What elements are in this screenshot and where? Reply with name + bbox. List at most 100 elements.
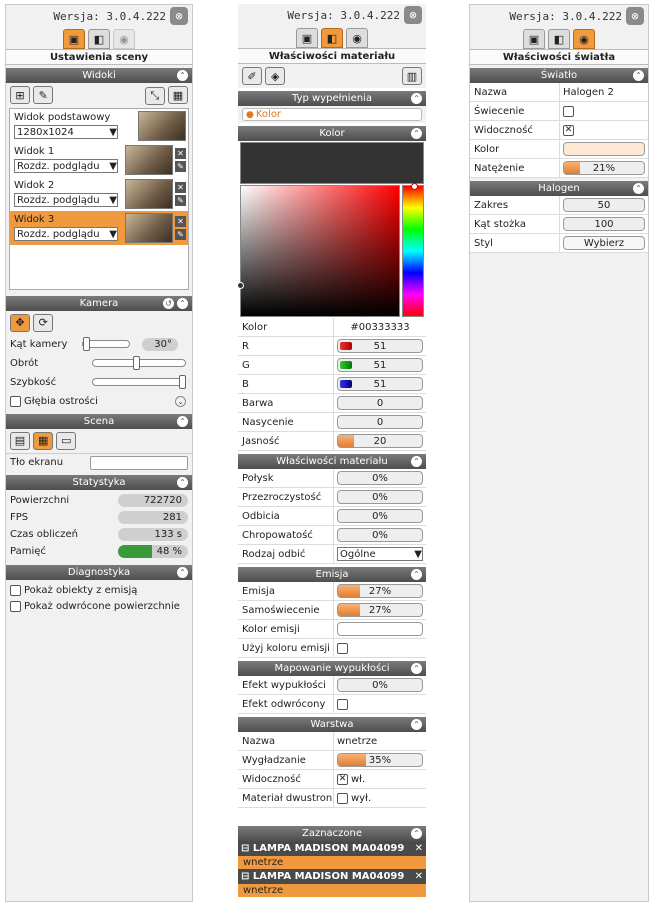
selected-item-layer[interactable]: wnetrze [238,884,426,897]
pencil-icon[interactable]: ✎ [175,160,186,172]
collapse-icon[interactable]: ⌃ [177,566,188,578]
dof-checkbox[interactable] [10,395,21,407]
color-cursor[interactable] [237,282,244,289]
section-kamera[interactable]: Kamera ↺ ⌃ [6,295,192,311]
slider-knob[interactable] [133,356,140,370]
tab-scene-settings-icon[interactable]: ▣ [296,28,318,48]
tab-material-icon[interactable]: ◧ [548,29,570,49]
section-layer[interactable]: Warstwa ⌃ [238,717,426,732]
self-illum-field[interactable]: 27% [337,603,423,617]
section-emission[interactable]: Emisja ⌃ [238,567,426,582]
section-selected[interactable]: Zaznaczone ⌃ [238,826,426,841]
add-view-icon[interactable]: ⊞ [10,86,30,104]
paint-bucket-icon[interactable]: ◈ [265,67,286,85]
hue-field[interactable]: 0 [337,396,423,410]
light-visible-checkbox[interactable]: ✕ [563,124,574,136]
saturation-brightness-area[interactable] [237,185,400,317]
collapse-icon[interactable]: ⌃ [633,183,644,194]
diag-emission-checkbox[interactable] [10,585,21,596]
red-field[interactable]: 51 [337,339,423,353]
delete-icon[interactable]: ✕ [175,215,186,227]
collapse-icon[interactable]: ⌃ [177,476,188,488]
collapse-icon[interactable]: ⌃ [411,128,422,139]
brightness-field[interactable]: 20 [337,434,423,448]
tree-minus-icon[interactable]: ⊟ [241,871,249,882]
emission-field[interactable]: 27% [337,584,423,598]
close-icon[interactable]: ⊗ [170,7,188,25]
light-name-value[interactable]: Halogen 2 [560,83,648,101]
section-scena[interactable]: Scena ⌃ [6,413,192,429]
invert-effect-checkbox[interactable] [337,698,348,710]
transparency-field[interactable]: 0% [337,490,423,504]
tab-light-icon[interactable]: ◉ [573,29,595,49]
use-emission-color-checkbox[interactable] [337,642,348,654]
double-sided-checkbox[interactable] [337,792,348,804]
remove-icon[interactable]: ✕ [415,841,423,856]
section-statystyka[interactable]: Statystyka ⌃ [6,474,192,490]
section-fill-type[interactable]: Typ wypełnienia ⌃ [238,91,426,106]
view-item-2[interactable]: Widok 2 Rozdz. podglądu ▼ ✕ ✎ [10,177,188,211]
diag-inverted-checkbox[interactable] [10,601,21,612]
scene-light-icon[interactable]: ▦ [33,431,54,450]
eyedropper-icon[interactable]: ✐ [242,67,262,85]
expand-icon[interactable]: ⌄ [175,395,186,407]
light-color-field[interactable] [563,142,645,156]
hue-slider[interactable] [402,183,424,317]
collapse-icon[interactable]: ⌃ [411,663,422,674]
collapse-icon[interactable]: ⌃ [177,70,188,81]
light-on-checkbox[interactable] [563,105,574,117]
slider-knob[interactable] [83,337,90,351]
section-bump[interactable]: Mapowanie wypukłości ⌃ [238,661,426,676]
pencil-icon[interactable]: ✎ [175,194,186,206]
emission-color-field[interactable] [337,622,423,636]
material-library-icon[interactable]: ▥ [402,67,422,85]
layer-visibility-checkbox[interactable]: ✕ [337,773,348,785]
resolution-select[interactable]: 1280x1024 ▼ [14,125,118,139]
collapse-icon[interactable]: ⌃ [411,456,422,467]
pencil-icon[interactable]: ✎ [175,228,186,240]
tree-minus-icon[interactable]: ⊟ [241,843,249,854]
close-icon[interactable]: ⊗ [404,6,422,24]
rotation-slider[interactable] [92,356,186,370]
collapse-icon[interactable]: ⌃ [177,297,188,309]
view-mode-select[interactable]: Rozdz. podglądu ▼ [14,159,118,173]
tab-light-icon[interactable]: ◉ [113,29,135,49]
section-material-props[interactable]: Właściwości materiału ⌃ [238,454,426,469]
fit-view-icon[interactable]: ⤡ [144,86,165,105]
scene-bg-color-field[interactable] [90,455,188,470]
speed-slider[interactable] [92,375,186,389]
collapse-icon[interactable]: ⌃ [177,415,188,427]
layer-name-value[interactable]: wnetrze [334,732,426,750]
reflection-type-select[interactable]: Ogólne ▼ [337,547,423,561]
reset-icon[interactable]: ↺ [163,297,174,309]
scene-floor-icon[interactable]: ▭ [56,431,77,450]
tab-scene-settings-icon[interactable]: ▣ [63,29,85,49]
base-view[interactable]: Widok podstawowy 1280x1024 ▼ [10,109,188,143]
grid-icon[interactable]: ▦ [168,86,188,104]
view-item-1[interactable]: Widok 1 Rozdz. podglądu ▼ ✕ ✎ [10,143,188,177]
slider-knob[interactable] [179,375,186,389]
scene-bg-icon[interactable]: ▤ [10,431,30,450]
cone-angle-field[interactable]: 100 [563,217,645,231]
selected-item[interactable]: ⊟ LAMPA MADISON MA04099 ✕ [238,841,426,856]
view-item-3[interactable]: Widok 3 Rozdz. podglądu ▼ ✕ ✎ [10,210,188,245]
selected-item-layer[interactable]: wnetrze [238,856,426,869]
gloss-field[interactable]: 0% [337,471,423,485]
tab-material-icon[interactable]: ◧ [88,29,110,49]
hue-cursor[interactable] [411,183,418,190]
style-button[interactable]: Wybierz [563,236,645,250]
collapse-icon[interactable]: ⌃ [411,828,422,839]
edit-view-icon[interactable]: ✎ [33,86,54,104]
section-widoki[interactable]: Widoki ⌃ [6,68,192,83]
camera-angle-slider[interactable] [82,337,130,351]
bump-effect-field[interactable]: 0% [337,678,423,692]
reflection-field[interactable]: 0% [337,509,423,523]
tab-material-icon[interactable]: ◧ [321,28,343,48]
range-field[interactable]: 50 [563,198,645,212]
collapse-icon[interactable]: ⌃ [411,569,422,580]
move-icon[interactable]: ✥ [10,313,30,332]
delete-icon[interactable]: ✕ [175,181,186,193]
intensity-field[interactable]: 21% [563,161,645,175]
smoothing-field[interactable]: 35% [337,753,423,767]
delete-icon[interactable]: ✕ [175,147,186,159]
